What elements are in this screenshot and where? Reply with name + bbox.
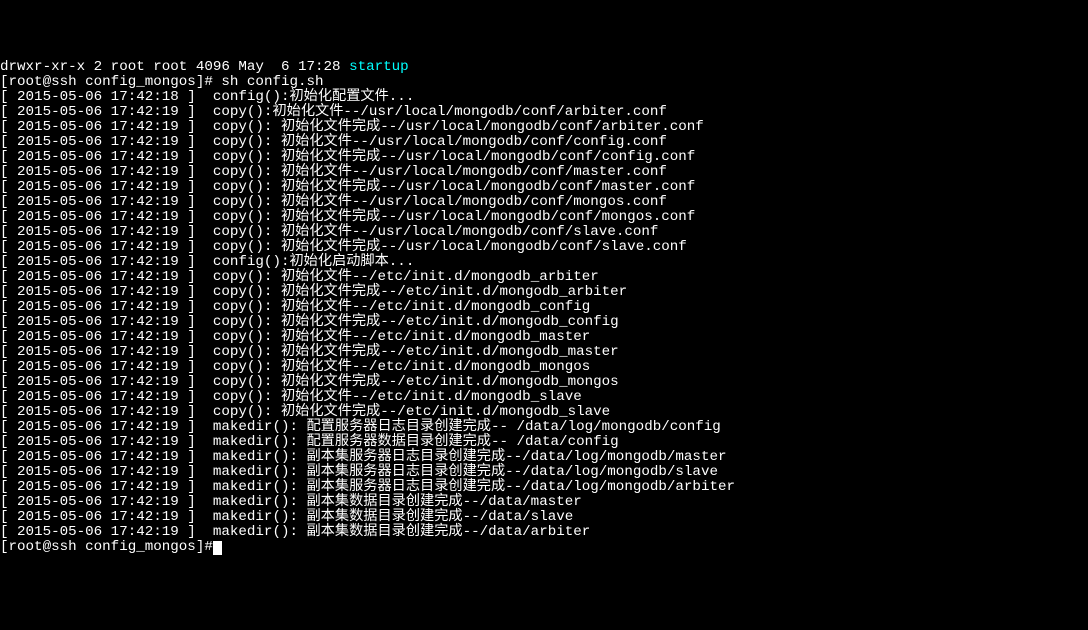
terminal-line: [ 2015-05-06 17:42:19 ] copy(): 初始化文件--/… — [0, 300, 1088, 315]
terminal-line: [root@ssh config_mongos]# — [0, 540, 1088, 555]
terminal-line: [ 2015-05-06 17:42:19 ] copy():初始化文件--/u… — [0, 105, 1088, 120]
log-line: [ 2015-05-06 17:42:19 ] makedir(): 副本集数据… — [0, 494, 582, 510]
terminal-line: [ 2015-05-06 17:42:19 ] makedir(): 副本集数据… — [0, 495, 1088, 510]
terminal-line: [ 2015-05-06 17:42:19 ] copy(): 初始化文件完成-… — [0, 240, 1088, 255]
log-line: [ 2015-05-06 17:42:19 ] copy(): 初始化文件--/… — [0, 164, 667, 180]
log-line: [ 2015-05-06 17:42:19 ] copy(): 初始化文件完成-… — [0, 239, 687, 255]
terminal-line: [ 2015-05-06 17:42:19 ] copy(): 初始化文件完成-… — [0, 210, 1088, 225]
log-line: [ 2015-05-06 17:42:19 ] copy(): 初始化文件--/… — [0, 224, 658, 240]
log-line: [ 2015-05-06 17:42:19 ] config():初始化启动脚本… — [0, 254, 414, 270]
log-line: [ 2015-05-06 17:42:19 ] makedir(): 副本集数据… — [0, 524, 590, 540]
terminal-line: [ 2015-05-06 17:42:19 ] copy(): 初始化文件--/… — [0, 330, 1088, 345]
ls-perms: drwxr-xr-x 2 root root 4096 May 6 17:28 — [0, 59, 349, 75]
log-line: [ 2015-05-06 17:42:19 ] copy(): 初始化文件--/… — [0, 194, 667, 210]
terminal-line: [ 2015-05-06 17:42:19 ] makedir(): 配置服务器… — [0, 435, 1088, 450]
log-line: [ 2015-05-06 17:42:19 ] copy(): 初始化文件--/… — [0, 359, 590, 375]
shell-prompt[interactable]: [root@ssh config_mongos]# — [0, 74, 221, 90]
terminal-line: [ 2015-05-06 17:42:19 ] copy(): 初始化文件--/… — [0, 135, 1088, 150]
log-line: [ 2015-05-06 17:42:19 ] copy(): 初始化文件完成-… — [0, 209, 695, 225]
terminal-line: [ 2015-05-06 17:42:19 ] makedir(): 配置服务器… — [0, 420, 1088, 435]
log-line: [ 2015-05-06 17:42:19 ] copy(): 初始化文件完成-… — [0, 119, 704, 135]
log-line: [ 2015-05-06 17:42:19 ] copy(): 初始化文件--/… — [0, 389, 582, 405]
terminal-line: [ 2015-05-06 17:42:19 ] copy(): 初始化文件--/… — [0, 390, 1088, 405]
log-line: [ 2015-05-06 17:42:19 ] copy(): 初始化文件完成-… — [0, 344, 619, 360]
log-line: [ 2015-05-06 17:42:19 ] copy(): 初始化文件--/… — [0, 134, 667, 150]
log-line: [ 2015-05-06 17:42:19 ] copy(): 初始化文件完成-… — [0, 374, 619, 390]
terminal-line: [ 2015-05-06 17:42:19 ] copy(): 初始化文件--/… — [0, 195, 1088, 210]
log-line: [ 2015-05-06 17:42:19 ] copy(): 初始化文件--/… — [0, 329, 590, 345]
terminal-line: [ 2015-05-06 17:42:19 ] config():初始化启动脚本… — [0, 255, 1088, 270]
cursor[interactable] — [213, 541, 222, 555]
terminal-line: [ 2015-05-06 17:42:19 ] copy(): 初始化文件--/… — [0, 360, 1088, 375]
log-line: [ 2015-05-06 17:42:19 ] copy(): 初始化文件完成-… — [0, 314, 619, 330]
dir-name: startup — [349, 59, 409, 75]
typed-command: sh config.sh — [221, 74, 323, 90]
terminal-line: [ 2015-05-06 17:42:19 ] makedir(): 副本集数据… — [0, 525, 1088, 540]
terminal-line: [ 2015-05-06 17:42:19 ] copy(): 初始化文件完成-… — [0, 180, 1088, 195]
log-line: [ 2015-05-06 17:42:19 ] copy(): 初始化文件--/… — [0, 269, 599, 285]
shell-prompt[interactable]: [root@ssh config_mongos]# — [0, 539, 213, 555]
log-line: [ 2015-05-06 17:42:19 ] makedir(): 配置服务器… — [0, 419, 721, 435]
terminal-line: [ 2015-05-06 17:42:19 ] copy(): 初始化文件完成-… — [0, 375, 1088, 390]
log-line: [ 2015-05-06 17:42:19 ] copy():初始化文件--/u… — [0, 104, 667, 120]
terminal-line: [ 2015-05-06 17:42:19 ] makedir(): 副本集数据… — [0, 510, 1088, 525]
terminal-line: [root@ssh config_mongos]# sh config.sh — [0, 75, 1088, 90]
log-line: [ 2015-05-06 17:42:19 ] copy(): 初始化文件完成-… — [0, 149, 695, 165]
terminal-line: [ 2015-05-06 17:42:19 ] copy(): 初始化文件完成-… — [0, 405, 1088, 420]
terminal-line: [ 2015-05-06 17:42:19 ] copy(): 初始化文件--/… — [0, 165, 1088, 180]
log-line: [ 2015-05-06 17:42:19 ] copy(): 初始化文件完成-… — [0, 284, 627, 300]
log-line: [ 2015-05-06 17:42:19 ] copy(): 初始化文件--/… — [0, 299, 590, 315]
terminal-line: [ 2015-05-06 17:42:19 ] copy(): 初始化文件--/… — [0, 270, 1088, 285]
log-line: [ 2015-05-06 17:42:19 ] makedir(): 副本集数据… — [0, 509, 573, 525]
log-line: [ 2015-05-06 17:42:19 ] makedir(): 副本集服务… — [0, 449, 727, 465]
terminal-line: [ 2015-05-06 17:42:19 ] copy(): 初始化文件完成-… — [0, 120, 1088, 135]
terminal-line: [ 2015-05-06 17:42:19 ] makedir(): 副本集服务… — [0, 480, 1088, 495]
log-line: [ 2015-05-06 17:42:19 ] makedir(): 配置服务器… — [0, 434, 619, 450]
terminal-line: [ 2015-05-06 17:42:19 ] copy(): 初始化文件--/… — [0, 225, 1088, 240]
log-line: [ 2015-05-06 17:42:19 ] makedir(): 副本集服务… — [0, 479, 735, 495]
log-line: [ 2015-05-06 17:42:18 ] config():初始化配置文件… — [0, 89, 414, 105]
terminal-line: [ 2015-05-06 17:42:18 ] config():初始化配置文件… — [0, 90, 1088, 105]
log-line: [ 2015-05-06 17:42:19 ] copy(): 初始化文件完成-… — [0, 404, 610, 420]
log-line: [ 2015-05-06 17:42:19 ] makedir(): 副本集服务… — [0, 464, 718, 480]
terminal-line: drwxr-xr-x 2 root root 4096 May 6 17:28 … — [0, 60, 1088, 75]
terminal-line: [ 2015-05-06 17:42:19 ] copy(): 初始化文件完成-… — [0, 315, 1088, 330]
terminal-line: [ 2015-05-06 17:42:19 ] makedir(): 副本集服务… — [0, 465, 1088, 480]
terminal-line: [ 2015-05-06 17:42:19 ] copy(): 初始化文件完成-… — [0, 150, 1088, 165]
terminal-line: [ 2015-05-06 17:42:19 ] copy(): 初始化文件完成-… — [0, 285, 1088, 300]
terminal-output: drwxr-xr-x 2 root root 4096 May 6 17:28 … — [0, 60, 1088, 555]
terminal-line: [ 2015-05-06 17:42:19 ] makedir(): 副本集服务… — [0, 450, 1088, 465]
log-line: [ 2015-05-06 17:42:19 ] copy(): 初始化文件完成-… — [0, 179, 695, 195]
terminal-line: [ 2015-05-06 17:42:19 ] copy(): 初始化文件完成-… — [0, 345, 1088, 360]
